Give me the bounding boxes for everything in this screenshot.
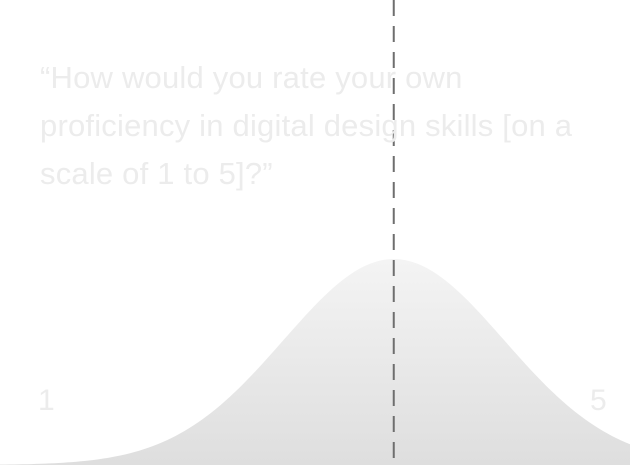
survey-question-text: How would you rate your own proficiency … <box>40 60 573 191</box>
chart-stage: “How would you rate your own proficiency… <box>0 0 630 465</box>
open-quote-mark: “ <box>40 60 51 95</box>
scale-min-label: 1 <box>38 384 55 417</box>
distribution-curve-area <box>0 259 630 465</box>
scale-max-label: 5 <box>590 384 607 417</box>
survey-question: “How would you rate your own proficiency… <box>40 54 580 198</box>
close-quote-mark: ” <box>262 156 273 191</box>
